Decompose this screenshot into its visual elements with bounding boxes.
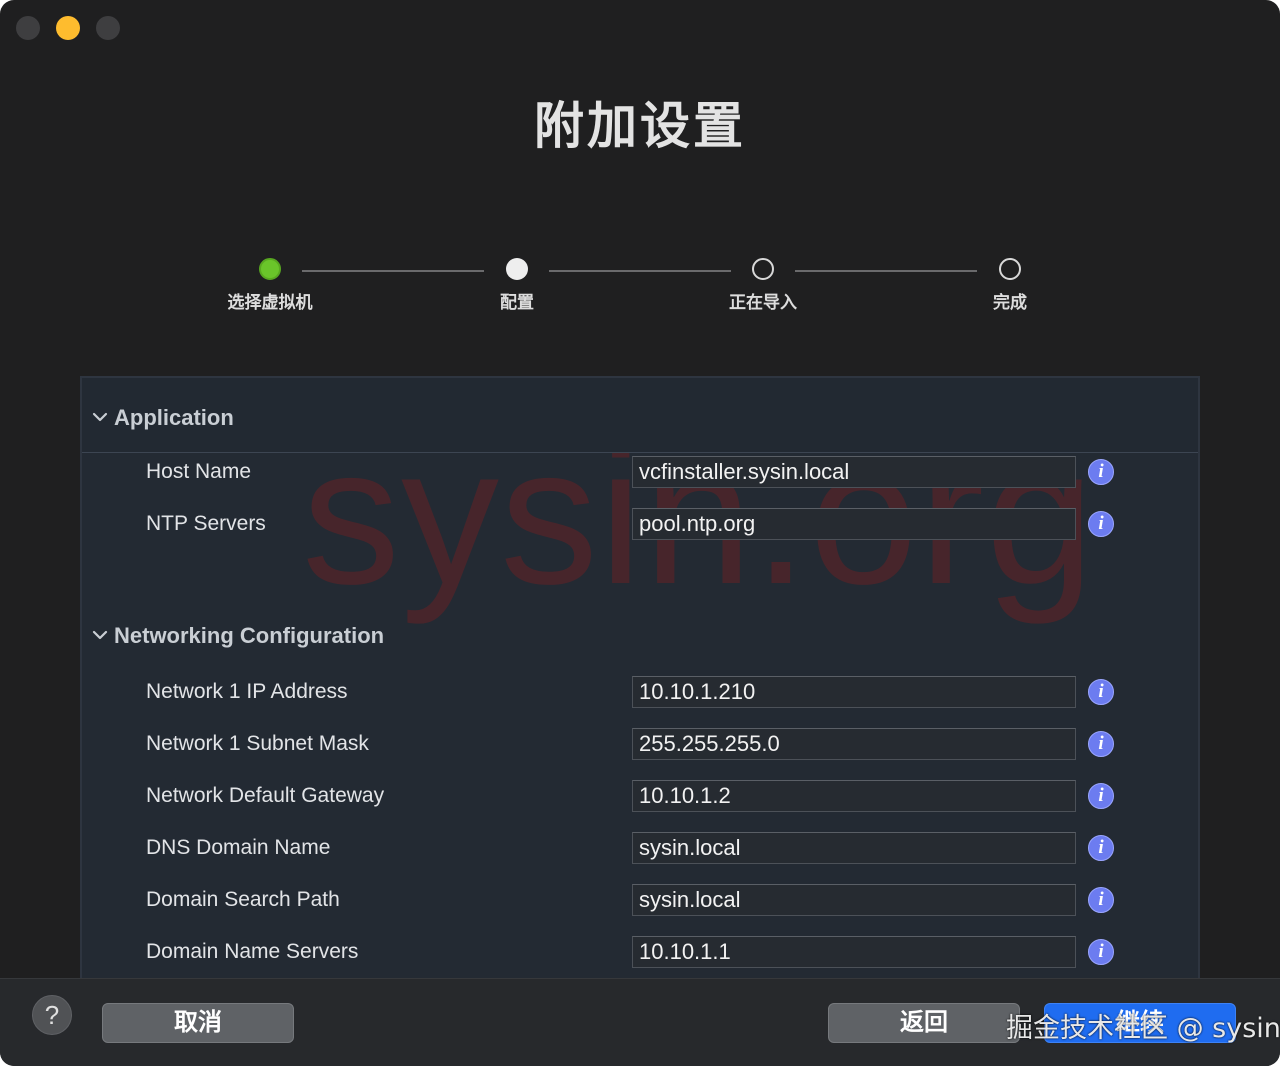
close-window-button[interactable] [16, 16, 40, 40]
info-icon[interactable]: i [1088, 459, 1114, 485]
zoom-window-button[interactable] [96, 16, 120, 40]
step-current-icon [506, 258, 528, 280]
step-label: 完成 [993, 293, 1027, 312]
step-label: 选择虚拟机 [227, 293, 313, 312]
step-pending-icon [999, 258, 1021, 280]
field-label-subnet-mask: Network 1 Subnet Mask [146, 732, 369, 755]
field-label-domain-search-path: Domain Search Path [146, 888, 340, 911]
host-name-input[interactable]: vcfinstaller.sysin.local [632, 456, 1076, 488]
page-title: 附加设置 [534, 98, 746, 154]
info-icon[interactable]: i [1088, 511, 1114, 537]
step-label: 配置 [500, 293, 534, 312]
step-importing: 正在导入 [683, 258, 843, 313]
field-label-host-name: Host Name [146, 460, 252, 483]
step-label: 正在导入 [729, 293, 797, 312]
step-complete-icon [259, 258, 281, 280]
section-header-networking[interactable]: Networking Configuration [82, 596, 1198, 670]
help-button[interactable]: ? [32, 995, 72, 1035]
step-pending-icon [752, 258, 774, 280]
corner-watermark: 掘金技术社区 @ sysin [1006, 1013, 1280, 1044]
domain-name-servers-input[interactable]: 10.10.1.1 [632, 936, 1076, 968]
subnet-mask-input[interactable]: 255.255.255.0 [632, 728, 1076, 760]
section-title: Application [114, 405, 234, 430]
step-finish: 完成 [930, 258, 1090, 313]
field-label-ntp-servers: NTP Servers [146, 512, 266, 535]
ip-address-input[interactable]: 10.10.1.210 [632, 676, 1076, 708]
field-label-default-gateway: Network Default Gateway [146, 784, 385, 807]
field-label-dns-domain-name: DNS Domain Name [146, 836, 331, 859]
info-icon[interactable]: i [1088, 887, 1114, 913]
section-header-application[interactable]: Application [82, 378, 1198, 453]
default-gateway-input[interactable]: 10.10.1.2 [632, 780, 1076, 812]
back-button[interactable]: 返回 [828, 1003, 1020, 1043]
info-icon[interactable]: i [1088, 835, 1114, 861]
step-configure: 配置 [437, 258, 597, 313]
dns-domain-name-input[interactable]: sysin.local [632, 832, 1076, 864]
installer-window: 附加设置 选择虚拟机 配置 正在导入 完成 sysin.org Applicat… [0, 0, 1280, 1066]
chevron-down-icon [92, 412, 108, 422]
chevron-down-icon [92, 630, 108, 640]
info-icon[interactable]: i [1088, 783, 1114, 809]
field-label-ip-address: Network 1 IP Address [146, 680, 348, 703]
field-label-domain-name-servers: Domain Name Servers [146, 940, 359, 963]
minimize-window-button[interactable] [56, 16, 80, 40]
info-icon[interactable]: i [1088, 939, 1114, 965]
ntp-servers-input[interactable]: pool.ntp.org [632, 508, 1076, 540]
step-select-vm: 选择虚拟机 [190, 258, 350, 313]
domain-search-path-input[interactable]: sysin.local [632, 884, 1076, 916]
section-title: Networking Configuration [114, 623, 385, 648]
info-icon[interactable]: i [1088, 679, 1114, 705]
cancel-button[interactable]: 取消 [102, 1003, 294, 1043]
settings-panel[interactable]: sysin.org Application Host Name vcfinsta… [80, 376, 1200, 978]
info-icon[interactable]: i [1088, 731, 1114, 757]
